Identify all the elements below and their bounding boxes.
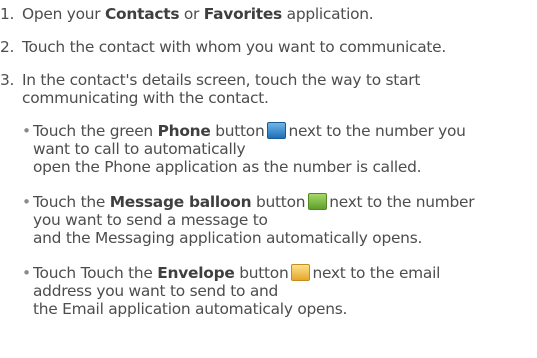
- bullet-text-line-1: Touch Touch the Envelope button next to t…: [33, 264, 441, 282]
- envelope-button-name: Envelope: [157, 264, 235, 282]
- favorites-app-name: Favorites: [203, 5, 282, 23]
- message-balloon-button-name: Message balloon: [109, 193, 252, 211]
- bullet-text-line-2: address you want to send to and: [33, 282, 279, 300]
- contacts-app-name: Contacts: [105, 5, 180, 23]
- step-text-line-2: communicating with the contact.: [22, 89, 269, 107]
- bullet-text-line-2: want to call to automatically: [33, 140, 246, 158]
- instruction-document: 1. Open your Contacts or Favorites appli…: [0, 0, 537, 358]
- step-number: 1.: [0, 5, 15, 23]
- phone-icon: [267, 122, 287, 139]
- envelope-icon: [291, 264, 311, 281]
- bullet-text-line-3: and the Messaging application automatica…: [33, 229, 423, 247]
- bullet-marker: •: [22, 264, 31, 282]
- bullet-text-line-2: you want to send a message to: [33, 211, 268, 229]
- step-number: 2.: [0, 38, 15, 56]
- bullet-text-line-3: the Email application automaticaly opens…: [33, 300, 348, 318]
- bullet-text-line-3: open the Phone application as the number…: [33, 158, 422, 176]
- phone-button-name: Phone: [157, 122, 211, 140]
- step-number: 3.: [0, 71, 15, 89]
- bullet-text-line-1: Touch the green Phone button next to the …: [33, 122, 466, 140]
- step-text: Open your Contacts or Favorites applicat…: [22, 5, 374, 23]
- bullet-marker: •: [22, 193, 31, 211]
- bullet-text-line-1: Touch the Message balloon button next to …: [33, 193, 475, 211]
- step-text: Touch the contact with whom you want to …: [22, 38, 447, 56]
- message-balloon-icon: [308, 193, 328, 210]
- step-text-line-1: In the contact's details screen, touch t…: [22, 71, 421, 89]
- bullet-marker: •: [22, 122, 31, 140]
